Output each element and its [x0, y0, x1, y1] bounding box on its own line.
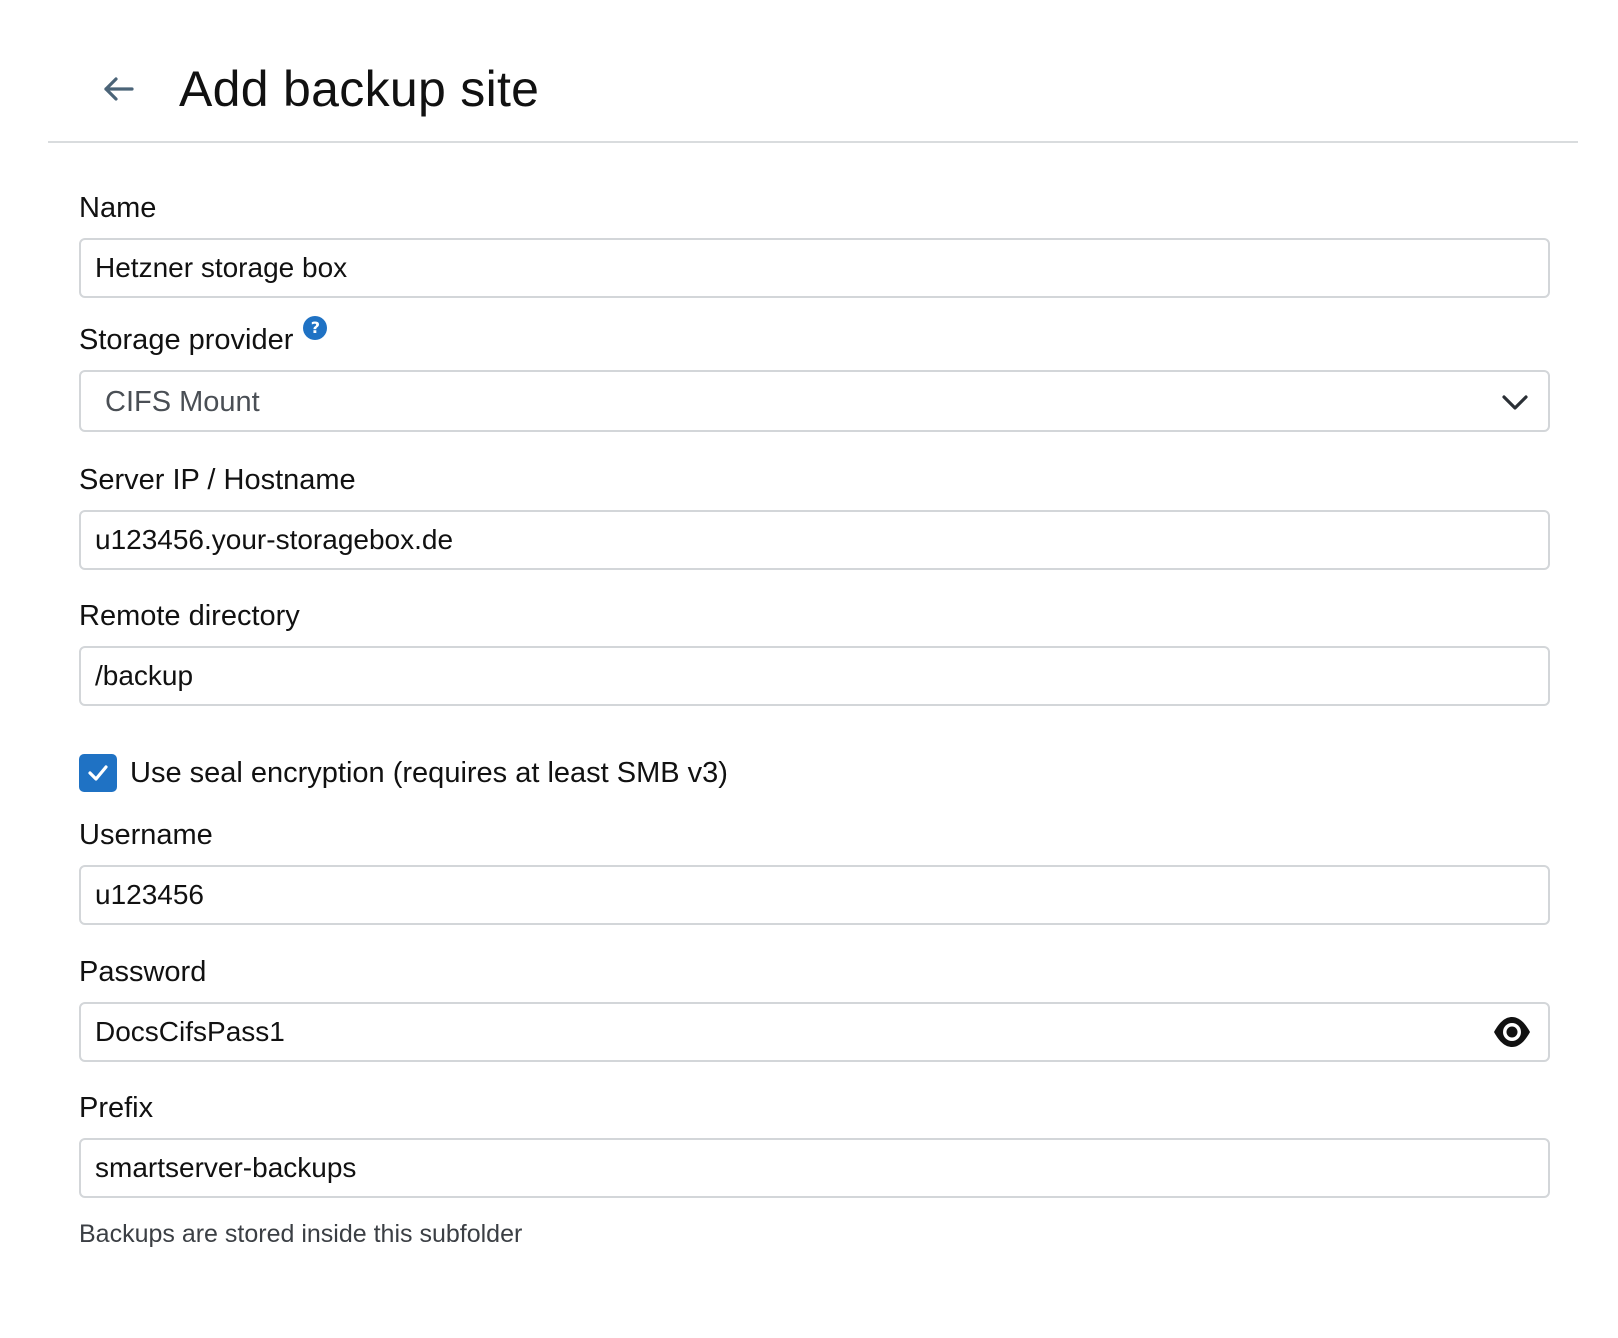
seal-encryption-label: Use seal encryption (requires at least S…: [130, 757, 728, 789]
password-input[interactable]: [79, 1002, 1550, 1062]
eye-icon[interactable]: [1492, 1015, 1532, 1054]
name-label: Name: [79, 192, 157, 224]
page-title: Add backup site: [179, 61, 540, 117]
remote-directory-input[interactable]: [79, 646, 1550, 706]
remote-directory-label: Remote directory: [79, 600, 300, 632]
checkmark-icon: [88, 765, 108, 781]
username-input[interactable]: [79, 865, 1550, 925]
server-input[interactable]: [79, 510, 1550, 570]
back-button[interactable]: [98, 67, 142, 111]
chevron-down-icon: [1500, 390, 1530, 419]
password-label: Password: [79, 956, 207, 988]
storage-provider-label-text: Storage provider: [79, 324, 294, 356]
storage-provider-selected-value: CIFS Mount: [105, 386, 260, 418]
server-label: Server IP / Hostname: [79, 464, 356, 496]
prefix-help-text: Backups are stored inside this subfolder: [79, 1220, 523, 1248]
prefix-input[interactable]: [79, 1138, 1550, 1198]
arrow-left-icon: [98, 67, 142, 111]
seal-encryption-checkbox[interactable]: [79, 754, 117, 792]
name-input[interactable]: [79, 238, 1550, 298]
storage-provider-select[interactable]: CIFS Mount: [79, 370, 1550, 432]
storage-provider-label: Storage provider?: [79, 316, 328, 358]
prefix-label: Prefix: [79, 1092, 154, 1124]
page-header: Add backup site: [48, 0, 1578, 143]
help-icon[interactable]: ?: [303, 316, 328, 340]
username-label: Username: [79, 819, 213, 851]
